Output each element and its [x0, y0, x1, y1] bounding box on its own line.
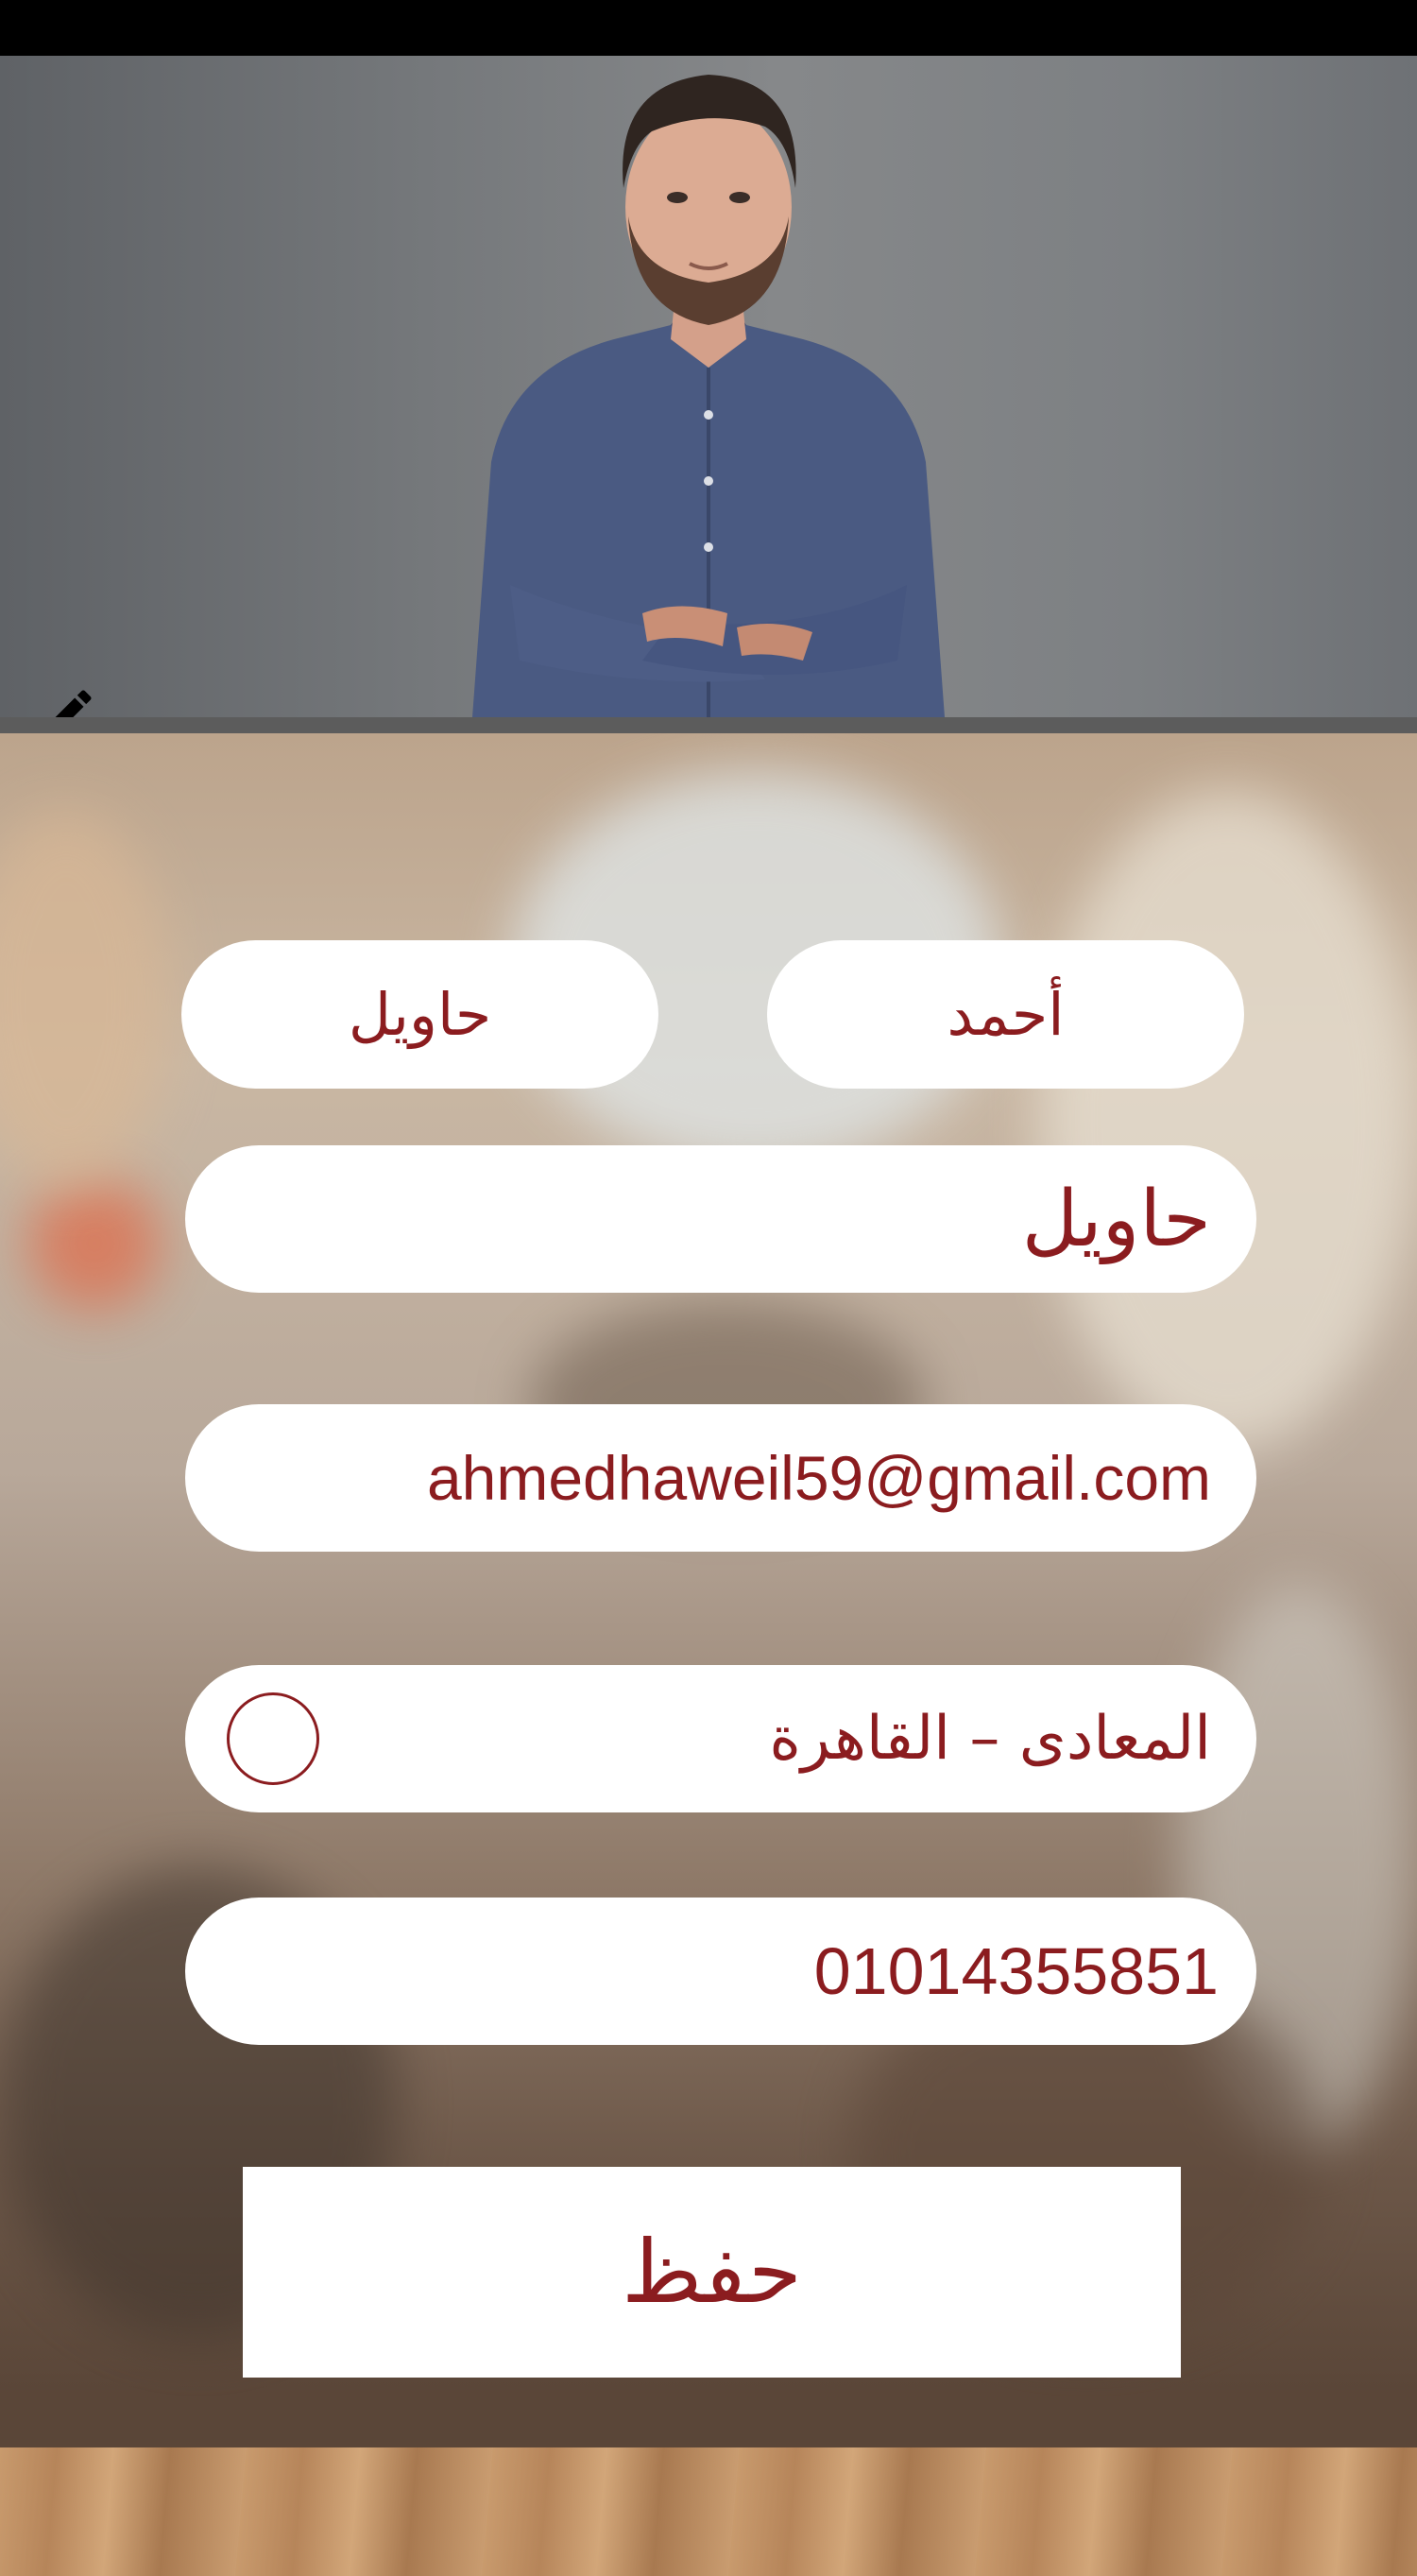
profile-edit-screen: أحمد حاويل حاويل ahmedhaweil59@gmail.com…	[0, 0, 1417, 2576]
phone-value: 01014355851	[813, 1934, 1219, 2008]
edit-photo-button[interactable]	[32, 674, 108, 717]
address-value: المعادى – القاهرة	[769, 1704, 1211, 1774]
cover-divider	[0, 717, 1417, 733]
first-name-field[interactable]: أحمد	[767, 940, 1244, 1089]
location-radio[interactable]	[227, 1692, 319, 1785]
first-name-value: أحمد	[947, 980, 1065, 1049]
wooden-table	[0, 2447, 1417, 2576]
last-name-field[interactable]: حاويل	[181, 940, 658, 1089]
email-field[interactable]: ahmedhaweil59@gmail.com	[185, 1404, 1256, 1552]
pencil-icon	[55, 690, 92, 717]
last-name-value: حاويل	[348, 980, 492, 1049]
display-name-value: حاويل	[1021, 1174, 1211, 1264]
phone-field[interactable]: 01014355851	[185, 1898, 1256, 2045]
status-bar	[0, 0, 1417, 56]
display-name-field[interactable]: حاويل	[185, 1145, 1256, 1293]
cover-area	[0, 56, 1417, 717]
profile-photo	[472, 75, 945, 717]
save-button[interactable]: حفظ	[243, 2167, 1181, 2378]
email-value: ahmedhaweil59@gmail.com	[426, 1443, 1211, 1513]
address-field[interactable]: المعادى – القاهرة	[185, 1665, 1256, 1812]
